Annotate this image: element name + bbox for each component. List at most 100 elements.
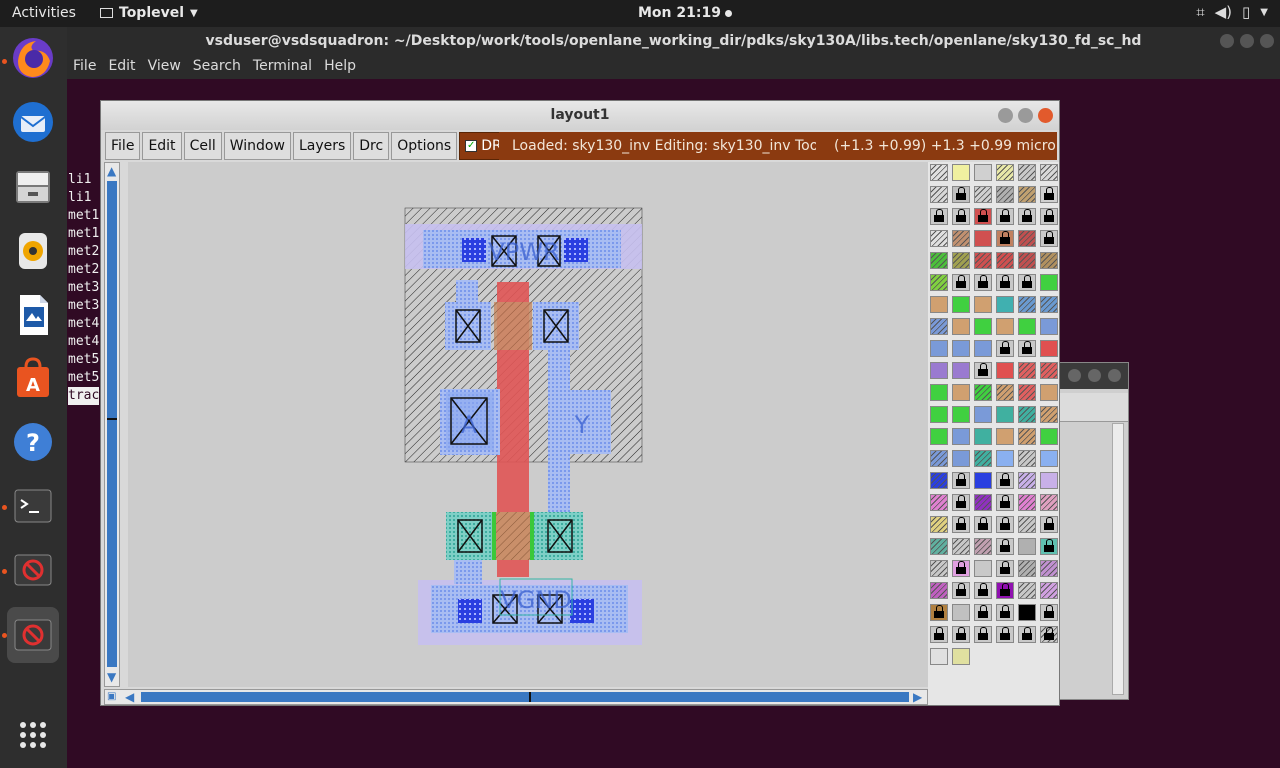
menu-edit[interactable]: Edit — [142, 132, 182, 160]
maximize-button[interactable] — [1018, 108, 1033, 123]
layer-swatch[interactable] — [996, 340, 1014, 357]
layer-swatch[interactable] — [930, 296, 948, 313]
layer-swatch[interactable] — [974, 560, 992, 577]
layer-swatch[interactable] — [952, 252, 970, 269]
system-tray[interactable]: ⌗ ◀) ▯ ▼ — [1196, 3, 1268, 21]
layer-swatch[interactable] — [930, 560, 948, 577]
layer-swatch[interactable] — [930, 516, 948, 533]
magic-console-window[interactable] — [1055, 362, 1129, 700]
layer-swatch[interactable] — [1040, 230, 1058, 247]
layer-swatch[interactable] — [996, 362, 1014, 379]
layer-swatch[interactable] — [996, 406, 1014, 423]
layer-swatch[interactable] — [1018, 516, 1036, 533]
close-button[interactable] — [1260, 34, 1274, 48]
menu-options[interactable]: Options — [391, 132, 458, 160]
layer-swatch[interactable] — [996, 604, 1014, 621]
layer-swatch[interactable] — [1040, 472, 1058, 489]
scroll-thumb[interactable] — [107, 181, 117, 667]
layer-swatch[interactable] — [996, 186, 1014, 203]
layer-swatch[interactable] — [930, 230, 948, 247]
arrow-left-icon[interactable]: ◀ — [125, 691, 134, 703]
maximize-button[interactable] — [1088, 369, 1101, 382]
layer-swatch[interactable] — [996, 208, 1014, 225]
layer-swatch[interactable] — [974, 494, 992, 511]
layer-swatch[interactable] — [974, 340, 992, 357]
app-menu[interactable]: Toplevel ▼ — [100, 5, 198, 21]
layer-swatch[interactable] — [930, 384, 948, 401]
layer-swatch[interactable] — [996, 296, 1014, 313]
software-center-icon[interactable]: A — [8, 353, 58, 403]
layer-swatch[interactable] — [974, 230, 992, 247]
layer-swatch[interactable] — [952, 384, 970, 401]
vertical-scrollbar[interactable]: ▲ ▼ — [104, 162, 120, 687]
layer-swatch[interactable] — [952, 472, 970, 489]
layer-swatch[interactable] — [930, 208, 948, 225]
layer-swatch[interactable] — [930, 318, 948, 335]
layer-swatch[interactable] — [974, 362, 992, 379]
layer-swatch[interactable] — [996, 560, 1014, 577]
layer-swatch[interactable] — [1040, 186, 1058, 203]
layer-swatch[interactable] — [996, 626, 1014, 643]
layer-swatch[interactable] — [996, 318, 1014, 335]
layer-swatch[interactable] — [996, 230, 1014, 247]
layer-swatch[interactable] — [974, 296, 992, 313]
layer-swatch[interactable] — [996, 472, 1014, 489]
pmos-channel[interactable] — [494, 302, 532, 350]
layer-swatch[interactable] — [974, 472, 992, 489]
layer-swatch[interactable] — [974, 428, 992, 445]
app-no-icon[interactable] — [8, 545, 58, 595]
layer-swatch[interactable] — [952, 318, 970, 335]
layer-swatch[interactable] — [952, 626, 970, 643]
layer-swatch[interactable] — [952, 164, 970, 181]
show-apps-icon[interactable] — [8, 710, 58, 760]
layer-swatch[interactable] — [974, 208, 992, 225]
layer-swatch[interactable] — [974, 450, 992, 467]
layer-swatch[interactable] — [996, 450, 1014, 467]
layer-swatch[interactable] — [1018, 406, 1036, 423]
menu-edit[interactable]: Edit — [102, 55, 141, 79]
layer-swatch[interactable] — [1018, 472, 1036, 489]
layer-swatch[interactable] — [1040, 362, 1058, 379]
app-no-icon-active[interactable] — [7, 607, 59, 663]
layer-swatch[interactable] — [952, 340, 970, 357]
nmos-channel[interactable] — [494, 512, 532, 560]
layer-swatch[interactable] — [1040, 604, 1058, 621]
layer-swatch[interactable] — [996, 516, 1014, 533]
arrow-down-icon[interactable]: ▼ — [107, 671, 116, 683]
terminal-titlebar[interactable]: vsduser@vsdsquadron: ~/Desktop/work/tool… — [67, 27, 1280, 55]
layer-swatch[interactable] — [1040, 494, 1058, 511]
minimize-button[interactable] — [998, 108, 1013, 123]
layer-swatch[interactable] — [974, 516, 992, 533]
layer-swatch[interactable] — [1018, 186, 1036, 203]
menu-layers[interactable]: Layers — [292, 132, 352, 160]
layer-swatch[interactable] — [1040, 516, 1058, 533]
layer-swatch[interactable] — [1040, 450, 1058, 467]
layer-swatch[interactable] — [1040, 626, 1058, 643]
layer-swatch[interactable] — [974, 582, 992, 599]
layer-swatch[interactable] — [1040, 406, 1058, 423]
layer-swatch[interactable] — [1018, 296, 1036, 313]
layer-swatch[interactable] — [974, 252, 992, 269]
layer-swatch[interactable] — [952, 450, 970, 467]
close-button[interactable] — [1038, 108, 1053, 123]
layer-swatch[interactable] — [952, 516, 970, 533]
console-titlebar[interactable] — [1056, 363, 1128, 389]
layer-swatch[interactable] — [974, 538, 992, 555]
layer-swatch[interactable] — [1040, 538, 1058, 555]
via[interactable] — [570, 599, 594, 623]
layer-swatch[interactable] — [974, 318, 992, 335]
layer-swatch[interactable] — [1018, 208, 1036, 225]
maximize-button[interactable] — [1240, 34, 1254, 48]
layer-swatch[interactable] — [952, 604, 970, 621]
layer-swatch[interactable] — [974, 626, 992, 643]
layer-swatch[interactable] — [1018, 274, 1036, 291]
via[interactable] — [462, 238, 486, 262]
layer-swatch[interactable] — [1018, 230, 1036, 247]
terminal-output[interactable]: li1 li1 met1 met1 met2 met2 met3 met3 me… — [68, 171, 100, 405]
layer-swatch[interactable] — [974, 186, 992, 203]
layer-swatch[interactable] — [974, 164, 992, 181]
menu-drc[interactable]: Drc — [353, 132, 390, 160]
minimize-button[interactable] — [1068, 369, 1081, 382]
layer-swatch[interactable] — [1040, 252, 1058, 269]
layer-swatch[interactable] — [996, 494, 1014, 511]
